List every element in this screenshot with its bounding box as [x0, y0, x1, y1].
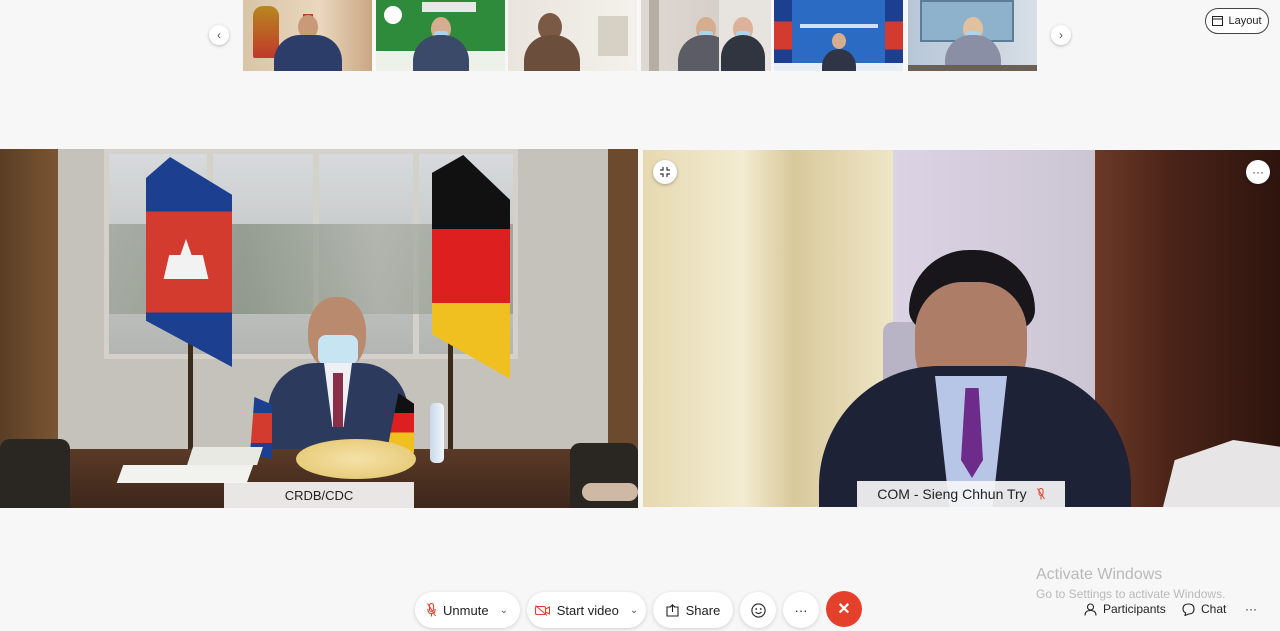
participants-button[interactable]: Participants [1084, 597, 1166, 621]
chevron-down-icon: ⌄ [499, 604, 508, 616]
exit-fullscreen-button[interactable] [653, 160, 677, 184]
unmute-label: Unmute [443, 602, 489, 618]
reactions-button[interactable] [740, 592, 776, 628]
filmstrip-next-button[interactable]: › [1051, 25, 1071, 45]
chair-left [0, 439, 70, 508]
share-label: Share [685, 602, 721, 618]
banner [422, 2, 476, 12]
participant-thumbnail[interactable] [908, 0, 1037, 71]
desk-edge [908, 65, 1037, 71]
more-horizontal-icon: ··· [1252, 165, 1264, 179]
chevron-left-icon: ‹ [217, 28, 221, 42]
wall-frame [598, 16, 628, 56]
cambodia-flag-right [885, 0, 903, 71]
participant-thumbnail[interactable] [243, 0, 372, 71]
participant-body [524, 35, 580, 71]
water-bottle [430, 403, 444, 463]
leave-meeting-button[interactable]: ✕ [826, 591, 862, 627]
hand [582, 483, 638, 501]
participants-label: Participants [1103, 602, 1166, 616]
chat-button[interactable]: Chat [1182, 597, 1226, 621]
layout-label: Layout [1228, 15, 1262, 27]
more-horizontal-icon: ··· [794, 602, 808, 618]
filmstrip-prev-button[interactable]: ‹ [209, 25, 229, 45]
layout-icon [1212, 16, 1224, 26]
participant-name: COM - Sieng Chhun Try [877, 486, 1027, 502]
participant-body [273, 35, 342, 71]
chat-label: Chat [1201, 602, 1227, 616]
exit-fullscreen-icon [660, 167, 670, 177]
cambodia-flag-left [774, 0, 792, 71]
smiley-icon [750, 602, 766, 618]
unmute-button[interactable]: Unmute ⌄ [415, 592, 520, 628]
face-mask [318, 335, 358, 365]
share-icon [666, 603, 679, 617]
door-frame [649, 0, 659, 71]
mic-off-icon [1036, 488, 1045, 500]
start-video-label: Start video [556, 602, 619, 618]
paper-doc [116, 465, 254, 483]
tile-name-tag: CRDB/CDC [224, 482, 414, 508]
video-off-icon [534, 604, 550, 616]
start-video-button[interactable]: Start video ⌄ [527, 592, 646, 628]
more-options-button[interactable]: ··· [783, 592, 819, 628]
layout-button[interactable]: Layout [1205, 8, 1269, 34]
chevron-right-icon: › [1059, 28, 1063, 42]
participant-body [721, 35, 765, 71]
logo-badge [384, 6, 402, 24]
flower-arrangement [296, 439, 416, 479]
participant-body [821, 49, 856, 71]
chevron-down-icon: ⌄ [629, 604, 639, 616]
close-icon: ✕ [837, 601, 851, 618]
banner-text-line [800, 24, 878, 28]
activate-windows-title: Activate Windows [1036, 566, 1163, 583]
more-horizontal-icon: ··· [1245, 602, 1257, 616]
tile-more-button[interactable]: ··· [1246, 160, 1270, 184]
video-tile-crdb[interactable]: CRDB/CDC [0, 149, 638, 508]
participant-thumbnail[interactable] [376, 0, 505, 71]
participant-thumbnail[interactable] [774, 0, 903, 71]
participant-name: CRDB/CDC [284, 487, 354, 503]
more-controls-button[interactable]: ··· [1245, 597, 1257, 621]
share-button[interactable]: Share [653, 592, 733, 628]
tie [333, 373, 343, 427]
tile-name-tag: COM - Sieng Chhun Try [857, 481, 1065, 507]
chat-icon [1182, 602, 1195, 616]
video-tile-sieng-chhun-try[interactable]: ··· COM - Sieng Chhun Try [643, 150, 1280, 507]
participant-thumbnail[interactable] [508, 0, 637, 71]
participant-head [831, 33, 846, 49]
paper-doc [187, 447, 263, 465]
participant-body [412, 35, 469, 71]
participants-icon [1084, 602, 1097, 616]
participant-thumbnail[interactable] [719, 0, 771, 71]
mic-off-icon [427, 603, 436, 617]
